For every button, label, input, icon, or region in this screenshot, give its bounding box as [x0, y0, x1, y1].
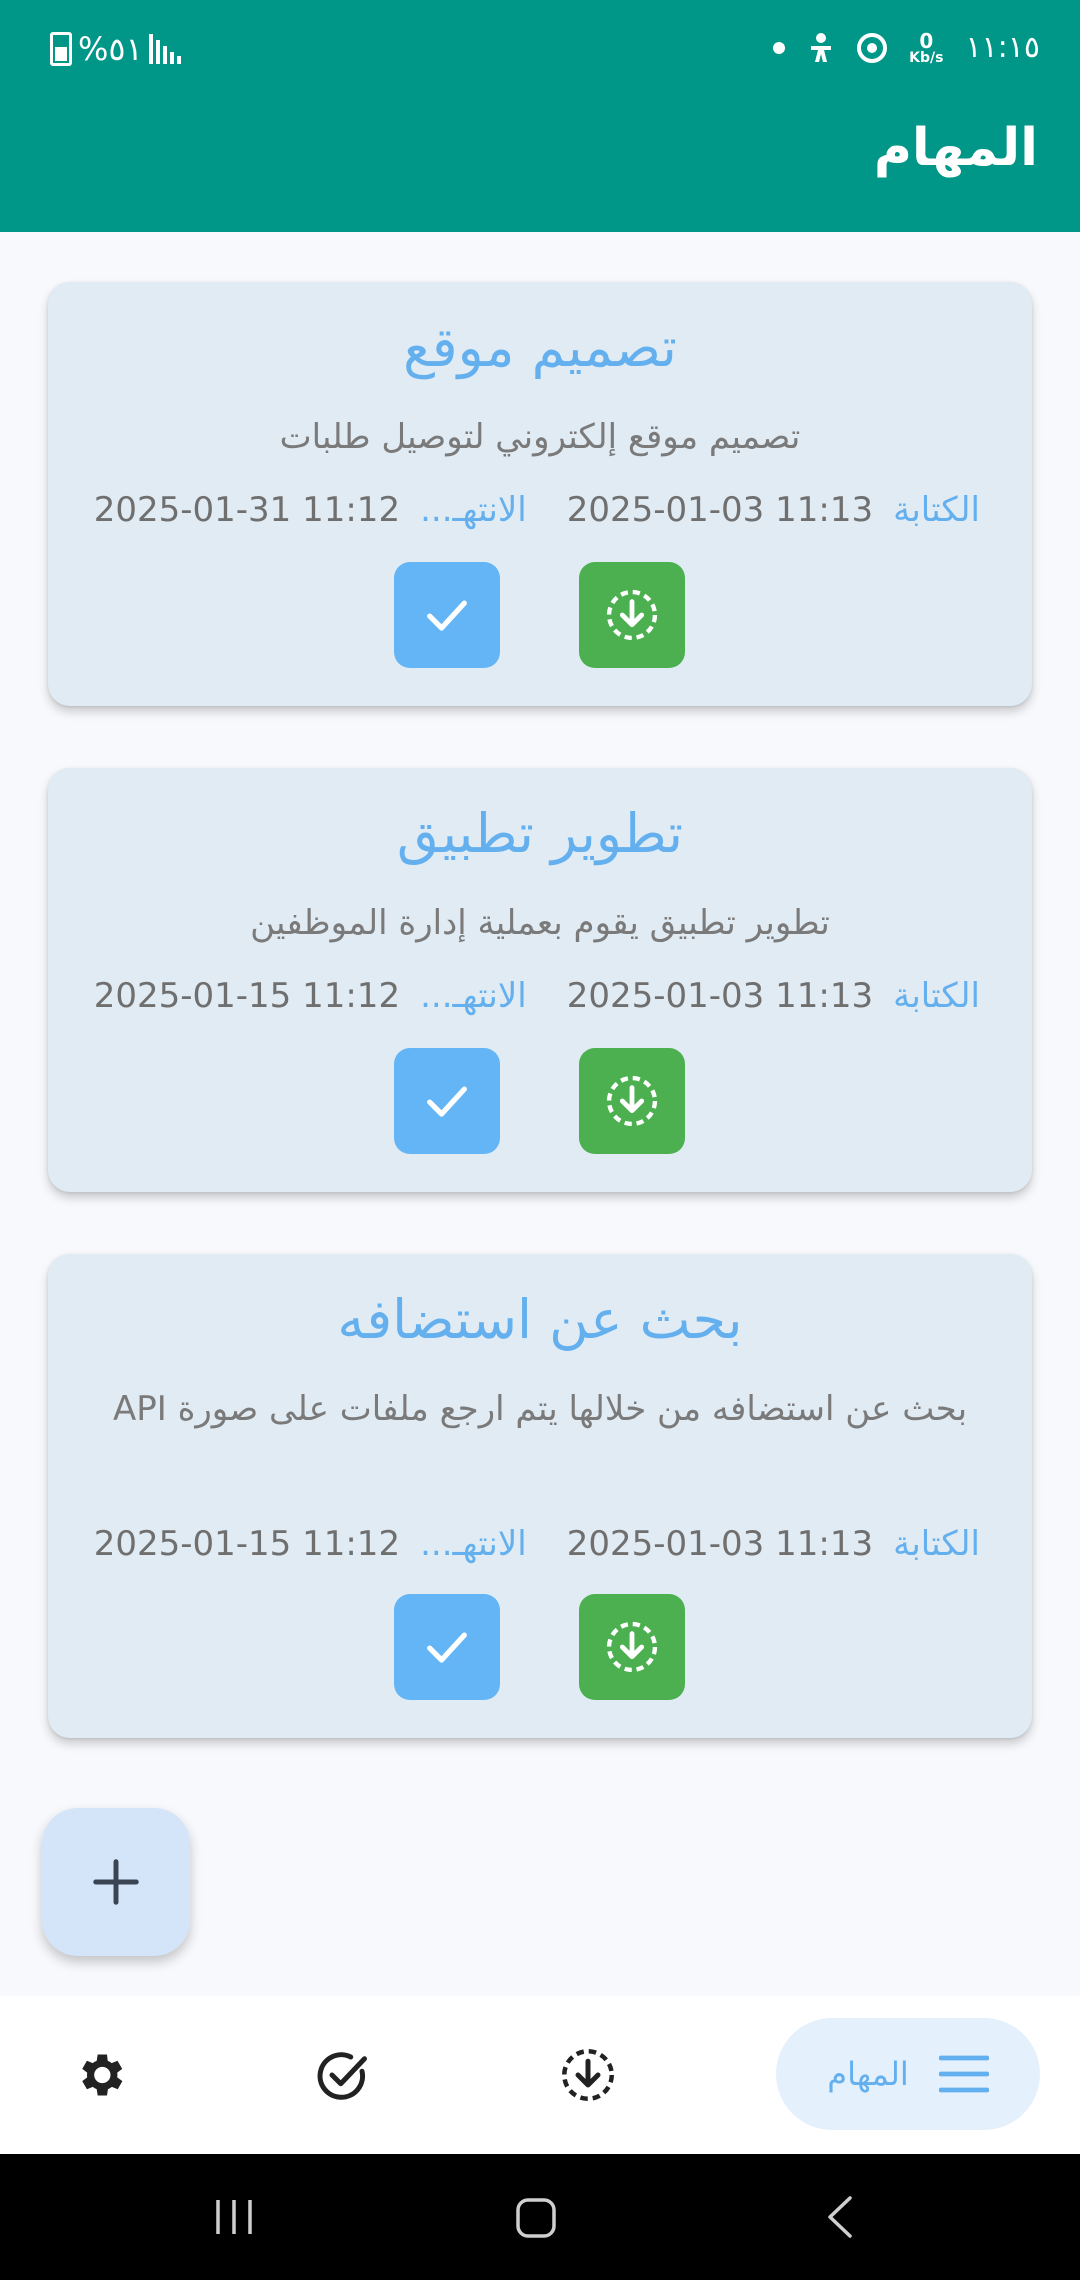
archive-download-icon: [606, 589, 658, 641]
nav-tasks-label: المهام: [827, 2055, 909, 2093]
add-task-button[interactable]: [42, 1808, 190, 1956]
task-title: تصميم موقع: [403, 316, 677, 379]
battery-level: %٥١: [78, 30, 143, 68]
recent-apps-icon[interactable]: [212, 2196, 256, 2238]
archive-task-button[interactable]: [579, 1594, 685, 1700]
end-label: الانتهـ...: [420, 976, 527, 1016]
created-label: الكتابة: [893, 976, 980, 1016]
archive-task-button[interactable]: [579, 562, 685, 668]
check-icon: [427, 600, 467, 631]
archive-download-icon: [606, 1075, 658, 1127]
back-icon[interactable]: [822, 2194, 858, 2240]
nav-tasks[interactable]: المهام: [776, 2018, 1040, 2130]
check-circle-icon: [317, 2052, 367, 2100]
task-title: تطوير تطبيق: [396, 802, 684, 865]
nav-archive[interactable]: [528, 1996, 648, 2154]
bottom-nav: المهام: [0, 1996, 1080, 2154]
end-date: 2025-01-31 11:12: [93, 490, 401, 530]
task-title: بحث عن استضافه: [337, 1288, 743, 1351]
complete-task-button[interactable]: [394, 562, 500, 668]
task-dates: الكتابة 2025-01-03 11:13 الانتهـ... 2025…: [88, 490, 980, 530]
created-date: 2025-01-03 11:13: [566, 490, 874, 530]
signal-icon: [148, 34, 181, 64]
page-title: المهام: [873, 118, 1038, 178]
created-date: 2025-01-03 11:13: [566, 976, 874, 1016]
created-date: 2025-01-03 11:13: [566, 1524, 874, 1564]
archive-download-icon: [562, 2049, 614, 2101]
nav-settings[interactable]: [40, 1996, 160, 2154]
status-right: 0 Kb/s ١١:١٥: [773, 30, 1040, 65]
end-label: الانتهـ...: [420, 1524, 527, 1564]
task-description: بحث عن استضافه من خلالها يتم ارجع ملفات …: [112, 1389, 968, 1429]
home-icon[interactable]: [514, 2196, 558, 2240]
task-dates: الكتابة 2025-01-03 11:13 الانتهـ... 2025…: [88, 1524, 980, 1564]
notification-dot-icon: [773, 41, 786, 54]
archive-task-button[interactable]: [579, 1048, 685, 1154]
complete-task-button[interactable]: [394, 1594, 500, 1700]
archive-download-icon: [606, 1621, 658, 1673]
clock: ١١:١٥: [965, 30, 1040, 65]
status-left: %٥١: [50, 30, 181, 68]
task-description: تطوير تطبيق يقوم بعملية إدارة الموظفين: [250, 903, 830, 943]
task-card[interactable]: تطوير تطبيق تطوير تطبيق يقوم بعملية إدار…: [48, 768, 1032, 1192]
accessibility-icon: [811, 32, 832, 62]
chrome-icon: [857, 32, 888, 63]
end-date: 2025-01-15 11:12: [93, 1524, 401, 1564]
app-bar: %٥١ 0 Kb/s ١١:١٥ المهام: [0, 0, 1080, 232]
task-dates: الكتابة 2025-01-03 11:13 الانتهـ... 2025…: [88, 976, 980, 1016]
system-nav-bar: [0, 2154, 1080, 2280]
status-bar: %٥١ 0 Kb/s ١١:١٥: [0, 0, 1080, 100]
task-card[interactable]: تصميم موقع تصميم موقع إلكتروني لتوصيل طل…: [48, 282, 1032, 706]
menu-icon: [938, 2055, 989, 2093]
task-card[interactable]: بحث عن استضافه بحث عن استضافه من خلالها …: [48, 1254, 1032, 1738]
check-icon: [427, 1632, 467, 1663]
check-icon: [427, 1086, 467, 1117]
network-speed: 0 Kb/s: [909, 28, 944, 66]
end-label: الانتهـ...: [420, 490, 527, 530]
complete-task-button[interactable]: [394, 1048, 500, 1154]
created-label: الكتابة: [893, 490, 980, 530]
nav-completed[interactable]: [282, 1996, 402, 2154]
plus-icon: [93, 1859, 139, 1905]
created-label: الكتابة: [893, 1524, 980, 1564]
gear-icon: [82, 2054, 123, 2096]
task-description: تصميم موقع إلكتروني لتوصيل طلبات: [279, 417, 801, 457]
end-date: 2025-01-15 11:12: [93, 976, 401, 1016]
battery-icon: [50, 32, 72, 66]
